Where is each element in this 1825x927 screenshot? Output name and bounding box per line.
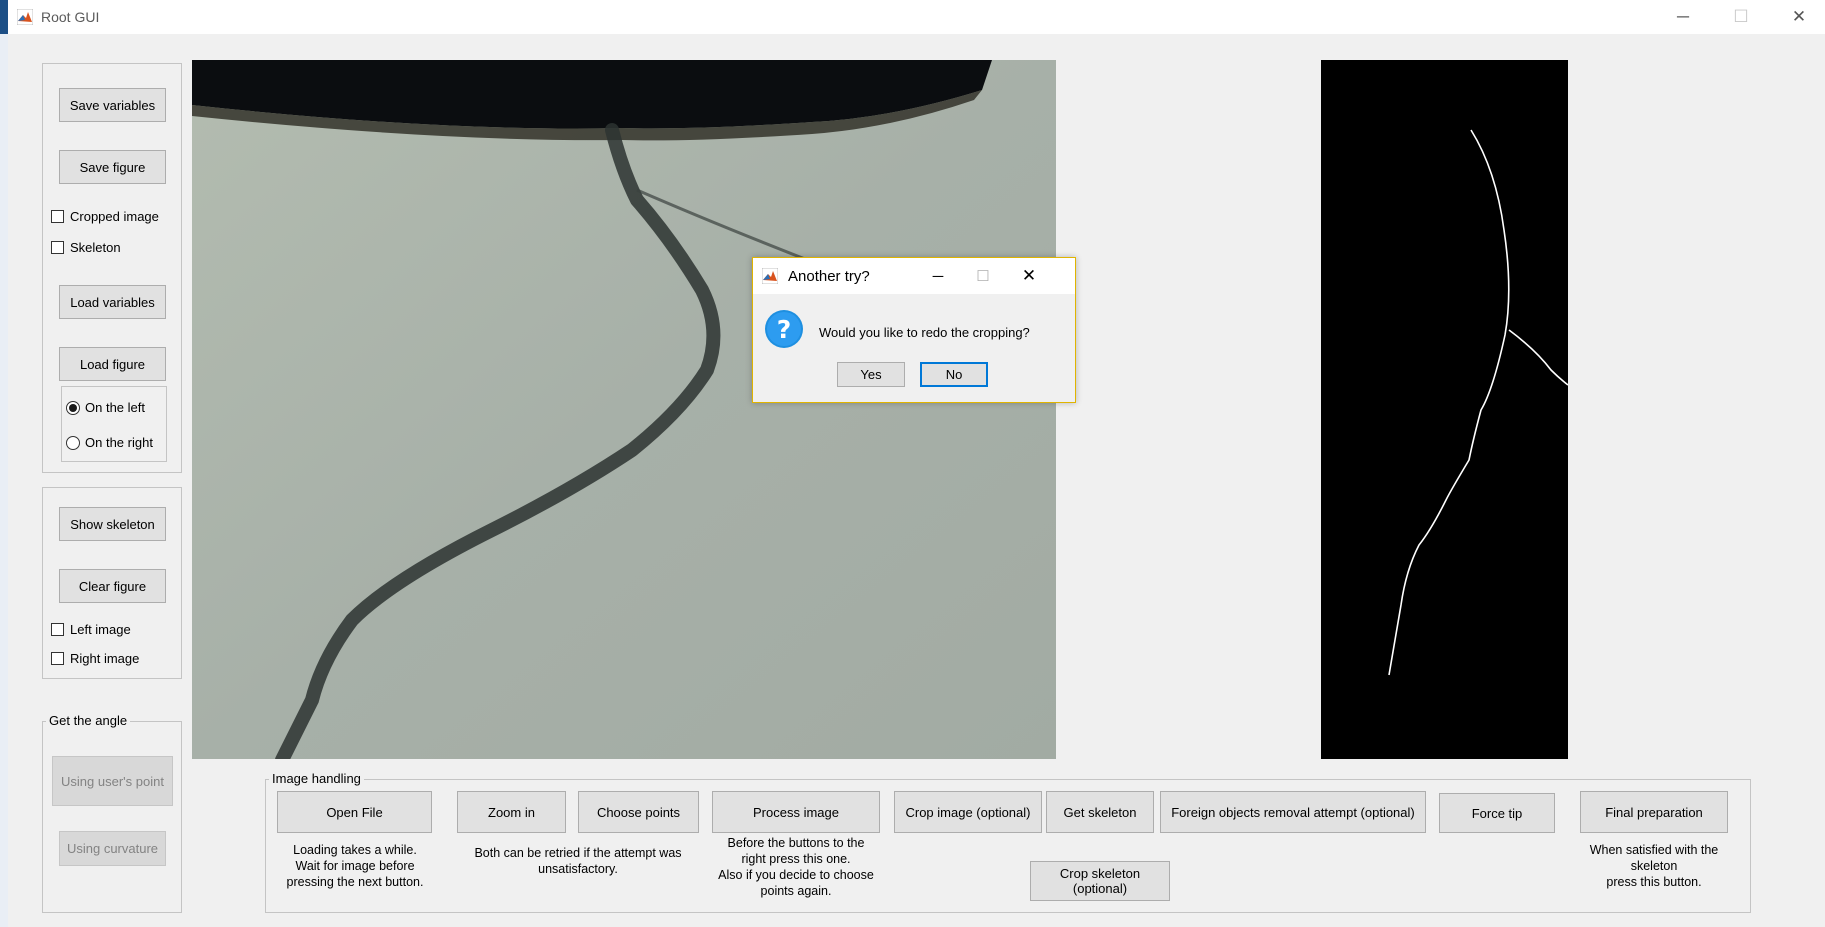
process-image-button[interactable]: Process image [712, 791, 880, 833]
window-title: Root GUI [41, 9, 100, 25]
dialog-title: Another try? [788, 268, 870, 285]
left-image-checkbox[interactable]: Left image [51, 622, 131, 637]
force-tip-button[interactable]: Force tip [1439, 793, 1555, 833]
process-note: Before the buttons to the right press th… [718, 836, 874, 898]
another-try-dialog: Another try? ─ ☐ ✕ ? Would you like to r… [752, 257, 1076, 403]
desktop-titlebar-fragment [0, 0, 8, 34]
close-icon[interactable]: ✕ [1770, 0, 1825, 34]
on-the-right-radio[interactable]: On the right [66, 435, 153, 450]
retry-note: Both can be retried if the attempt was u… [474, 846, 682, 876]
checkbox-box[interactable] [51, 210, 64, 223]
on-the-left-radio[interactable]: On the left [66, 400, 145, 415]
radio-button[interactable] [66, 435, 80, 450]
minimize-icon[interactable]: ─ [918, 262, 958, 290]
minimize-icon[interactable]: ─ [1654, 0, 1712, 34]
matlab-icon [762, 268, 778, 284]
title-bar[interactable]: Root GUI ─ ☐ ✕ [8, 0, 1825, 34]
matlab-icon [17, 9, 33, 25]
final-preparation-note: When satisfied with the skeleton press t… [1589, 843, 1719, 889]
root-photo [192, 60, 1056, 759]
checkbox-box[interactable] [51, 241, 64, 254]
skeleton-axes[interactable] [1321, 60, 1569, 759]
skeleton-checkbox[interactable]: Skeleton [51, 240, 121, 255]
load-figure-button[interactable]: Load figure [59, 347, 166, 381]
using-curvature-button[interactable]: Using curvature [59, 831, 166, 866]
final-preparation-button[interactable]: Final preparation [1580, 791, 1728, 833]
show-skeleton-button[interactable]: Show skeleton [59, 507, 166, 541]
using-users-point-button[interactable]: Using user's point [52, 756, 173, 806]
svg-text:?: ? [777, 315, 792, 344]
angle-panel [42, 721, 182, 913]
checkbox-box[interactable] [51, 623, 64, 636]
dialog-message: Would you like to redo the cropping? [819, 325, 1030, 340]
yes-button[interactable]: Yes [837, 362, 905, 387]
right-image-label: Right image [70, 651, 140, 666]
foreign-objects-removal-button[interactable]: Foreign objects removal attempt (optiona… [1160, 791, 1426, 833]
get-skeleton-button[interactable]: Get skeleton [1046, 791, 1154, 833]
open-file-button[interactable]: Open File [277, 791, 432, 833]
radio-button-selected[interactable] [66, 400, 80, 415]
crop-skeleton-button[interactable]: Crop skeleton (optional) [1030, 861, 1170, 901]
maximize-icon[interactable]: ☐ [1712, 0, 1770, 34]
side-radio-group [61, 386, 167, 462]
crop-image-button[interactable]: Crop image (optional) [894, 791, 1042, 833]
image-handling-label: Image handling [269, 771, 364, 786]
maximize-icon[interactable]: ☐ [963, 262, 1003, 290]
angle-group-label: Get the angle [46, 713, 131, 728]
open-file-note: Loading takes a while. Wait for image be… [286, 843, 424, 889]
clear-figure-button[interactable]: Clear figure [59, 569, 166, 603]
save-figure-button[interactable]: Save figure [59, 150, 166, 184]
no-button[interactable]: No [920, 362, 988, 387]
on-the-right-label: On the right [85, 435, 153, 450]
dialog-title-bar[interactable]: Another try? ─ ☐ ✕ [753, 258, 1075, 294]
desktop-background [0, 0, 8, 927]
on-the-left-label: On the left [85, 400, 145, 415]
skeleton-label: Skeleton [70, 240, 121, 255]
choose-points-button[interactable]: Choose points [578, 791, 699, 833]
left-image-label: Left image [70, 622, 131, 637]
question-icon: ? [765, 310, 803, 348]
right-image-checkbox[interactable]: Right image [51, 651, 139, 666]
skeleton-trace [1388, 129, 1569, 676]
load-variables-button[interactable]: Load variables [59, 285, 166, 319]
checkbox-box[interactable] [51, 652, 64, 665]
save-variables-button[interactable]: Save variables [59, 88, 166, 122]
root-gui-window: Root GUI ─ ☐ ✕ Save variables Save figur… [8, 0, 1825, 927]
cropped-image-label: Cropped image [70, 209, 159, 224]
zoom-in-button[interactable]: Zoom in [457, 791, 566, 833]
left-image-axes[interactable] [192, 60, 1056, 759]
close-icon[interactable]: ✕ [1009, 262, 1049, 290]
cropped-image-checkbox[interactable]: Cropped image [51, 209, 159, 224]
